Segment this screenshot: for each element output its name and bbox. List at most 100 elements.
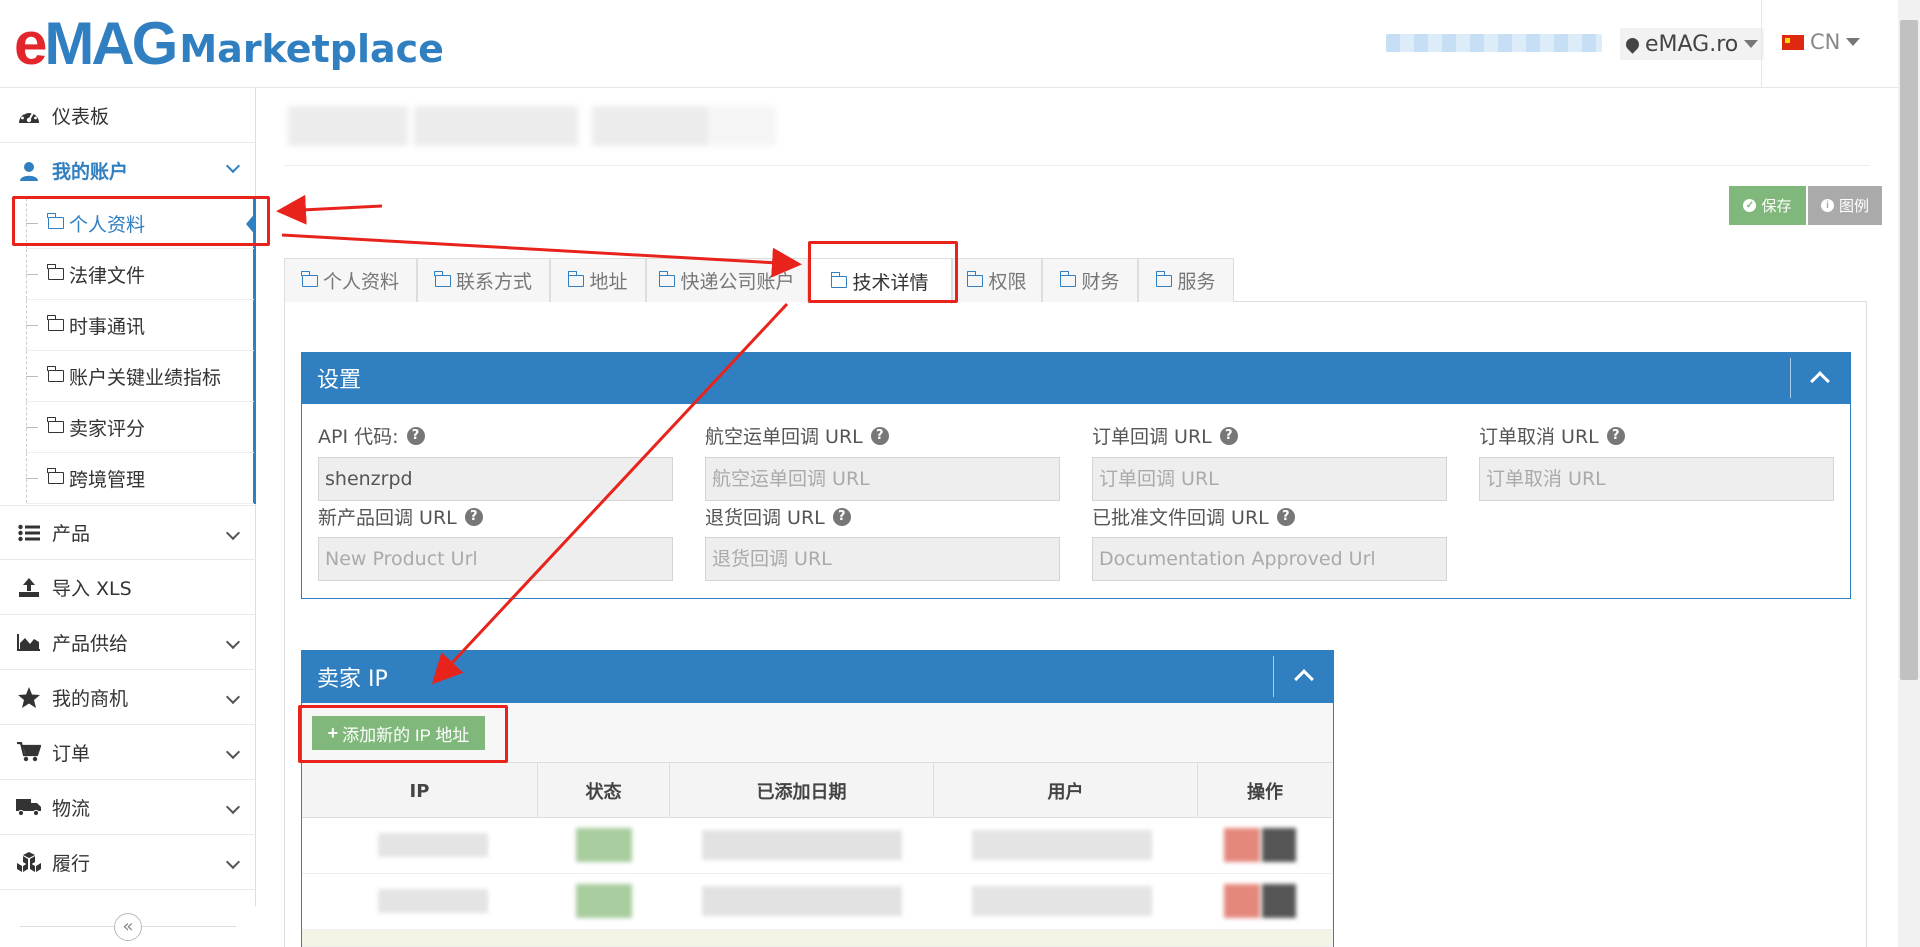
column-header-user[interactable]: 用户: [934, 763, 1198, 819]
edit-button-blurred[interactable]: [1262, 884, 1296, 918]
delete-button-blurred[interactable]: [1224, 884, 1260, 918]
submenu-item-kpi[interactable]: 账户关键业绩指标: [26, 351, 254, 402]
settings-panel-header: 设置: [301, 352, 1851, 404]
sidebar-item-import-xls[interactable]: 导入 XLS: [0, 560, 256, 615]
page-scrollbar-thumb[interactable]: [1900, 20, 1918, 680]
awb-callback-input[interactable]: [705, 457, 1060, 501]
column-header-ip[interactable]: IP: [302, 763, 538, 819]
sidebar-item-product-offer[interactable]: 产品供给: [0, 615, 256, 670]
caret-down-icon: [1846, 38, 1861, 46]
collapse-sidebar-button[interactable]: «: [114, 913, 142, 941]
api-code-label: API 代码:?: [318, 422, 425, 449]
legend-button[interactable]: i 图例: [1808, 186, 1882, 225]
sidebar-item-fulfillment[interactable]: 履行: [0, 835, 256, 890]
help-icon[interactable]: ?: [406, 426, 425, 445]
return-callback-label: 退货回调 URL?: [705, 503, 851, 530]
api-code-input[interactable]: [318, 457, 673, 501]
user-cell-blurred: [972, 830, 1152, 860]
tab-courier-accounts[interactable]: 快递公司账户: [646, 258, 808, 302]
folder-icon: [47, 417, 64, 433]
ip-table-header: IP 状态 已添加日期 用户 操作: [302, 762, 1332, 819]
user-name-blurred[interactable]: [1386, 34, 1602, 52]
map-pin-icon: [1623, 34, 1642, 54]
new-product-callback-input[interactable]: [318, 537, 673, 581]
check-circle-icon: ✓: [1743, 199, 1757, 212]
submenu-item-cross-border[interactable]: 跨境管理: [26, 453, 254, 504]
help-icon[interactable]: ?: [1606, 426, 1625, 445]
submenu-item-label: 账户关键业绩指标: [69, 366, 222, 389]
chevron-down-icon: [225, 689, 241, 705]
site-label: eMAG.ro: [1645, 31, 1739, 57]
delete-button-blurred[interactable]: [1224, 828, 1260, 862]
column-header-status[interactable]: 状态: [538, 763, 670, 819]
folder-icon: [658, 270, 676, 287]
save-button[interactable]: ✓ 保存: [1729, 186, 1806, 225]
help-icon[interactable]: ?: [832, 507, 851, 526]
table-row: [302, 818, 1332, 874]
edit-button-blurred[interactable]: [1262, 828, 1296, 862]
collapse-seller-ip-chevron-up-icon[interactable]: [1294, 669, 1314, 689]
help-icon[interactable]: ?: [1276, 507, 1295, 526]
order-cancel-input[interactable]: [1479, 457, 1834, 501]
site-selector[interactable]: eMAG.ro: [1620, 28, 1765, 60]
submenu-item-legal-docs[interactable]: 法律文件: [26, 249, 254, 300]
chevron-down-icon: [225, 158, 241, 174]
tab-profile[interactable]: 个人资料: [284, 258, 417, 302]
annotation-box-add-ip: [298, 705, 508, 763]
return-callback-input[interactable]: [705, 537, 1060, 581]
tab-address[interactable]: 地址: [550, 258, 646, 302]
tab-finance[interactable]: 财务: [1042, 258, 1138, 302]
user-icon: [16, 160, 42, 182]
tab-label: 财务: [1081, 271, 1120, 293]
table-row: [302, 874, 1332, 930]
sidebar-item-products[interactable]: 产品: [0, 505, 256, 560]
collapse-settings-chevron-up-icon[interactable]: [1810, 371, 1830, 391]
date-cell-blurred: [702, 830, 902, 860]
doc-approved-callback-input[interactable]: [1092, 537, 1447, 581]
tab-services[interactable]: 服务: [1138, 258, 1234, 302]
field-label-text: 已批准文件回调 URL: [1092, 507, 1269, 529]
sidebar-item-dashboard[interactable]: 仪表板: [0, 88, 256, 143]
sidebar-item-logistics[interactable]: 物流: [0, 780, 256, 835]
boxes-icon: [16, 851, 42, 873]
submenu-item-seller-rating[interactable]: 卖家评分: [26, 402, 254, 453]
language-selector[interactable]: CN: [1782, 30, 1861, 54]
language-label: CN: [1810, 30, 1841, 54]
order-cancel-label: 订单取消 URL?: [1479, 422, 1625, 449]
sidebar-item-label: 导入 XLS: [52, 577, 132, 600]
page-title-blurred: [288, 106, 776, 146]
field-label-text: API 代码:: [318, 426, 399, 448]
chevron-down-icon: [225, 854, 241, 870]
area-chart-icon: [16, 631, 42, 653]
help-icon[interactable]: ?: [870, 426, 889, 445]
column-header-actions[interactable]: 操作: [1198, 763, 1332, 819]
annotation-box-technical-tab: [808, 241, 958, 303]
sidebar-item-my-account[interactable]: 我的账户: [0, 143, 256, 198]
folder-icon: [434, 270, 451, 287]
app-root: eMAG Marketplace eMAG.ro CN 仪表板 我的账户 个人资…: [0, 0, 1920, 947]
order-callback-input[interactable]: [1092, 457, 1447, 501]
sidebar-item-label: 物流: [52, 797, 91, 820]
emag-logo[interactable]: eMAG Marketplace: [14, 14, 444, 74]
help-icon[interactable]: ?: [1219, 426, 1238, 445]
field-label-text: 退货回调 URL: [705, 507, 825, 529]
sidebar-item-orders[interactable]: 订单: [0, 725, 256, 780]
submenu-item-newsletter[interactable]: 时事通讯: [26, 300, 254, 351]
field-label-text: 新产品回调 URL: [318, 507, 457, 529]
new-product-callback-label: 新产品回调 URL?: [318, 503, 483, 530]
dashboard-icon: [16, 104, 42, 126]
awb-callback-label: 航空运单回调 URL?: [705, 422, 889, 449]
column-header-date-added[interactable]: 已添加日期: [670, 763, 934, 819]
sidebar-item-label: 我的商机: [52, 687, 129, 710]
help-icon[interactable]: ?: [464, 507, 483, 526]
status-badge-blurred: [576, 884, 632, 918]
folder-icon: [1155, 270, 1173, 287]
ip-cell-blurred: [378, 833, 488, 857]
tab-contact[interactable]: 联系方式: [417, 258, 550, 302]
chevron-down-icon: [225, 525, 241, 541]
upload-icon: [16, 576, 42, 598]
sidebar-item-opportunities[interactable]: 我的商机: [0, 670, 256, 725]
tab-permissions[interactable]: 权限: [952, 258, 1042, 302]
header-separator: [1273, 656, 1274, 697]
tree-connector: [26, 477, 38, 479]
